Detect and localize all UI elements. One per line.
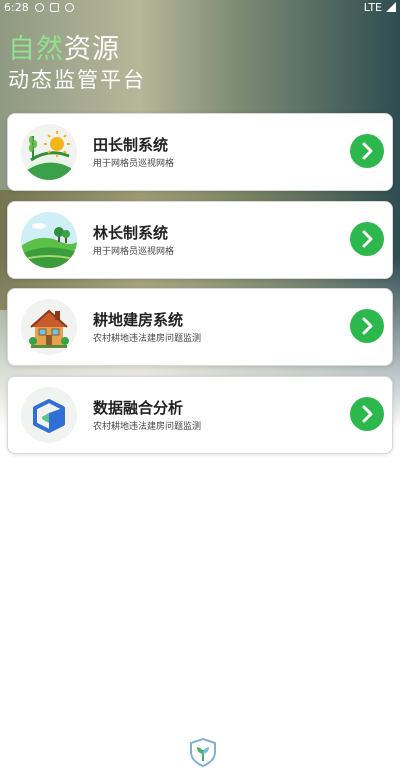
enter-button[interactable] bbox=[350, 134, 384, 168]
card-title: 数据融合分析 bbox=[93, 399, 184, 417]
status-bar: 6:28 LTE bbox=[0, 0, 400, 14]
enter-button[interactable] bbox=[350, 397, 384, 431]
card-subtitle: 农村耕地违法建房问题监测 bbox=[93, 422, 202, 432]
app-title: 自然资源 动态监管平台 bbox=[8, 34, 146, 94]
farmland-sun-icon bbox=[21, 124, 77, 180]
chevron-right-icon bbox=[362, 317, 373, 335]
chevron-right-icon bbox=[362, 405, 373, 423]
card-title: 林长制系统 bbox=[93, 224, 169, 242]
sd-card-icon bbox=[49, 2, 59, 12]
card-subtitle: 用于网格员巡视网格 bbox=[93, 159, 175, 169]
title-highlight: 自然 bbox=[8, 34, 64, 65]
card-subtitle: 用于网格员巡视网格 bbox=[93, 247, 175, 257]
card-forest-chief-system[interactable]: 林长制系统 用于网格员巡视网格 bbox=[7, 201, 393, 279]
data-cube-icon bbox=[21, 387, 77, 443]
network-type: LTE bbox=[363, 0, 382, 14]
card-title: 耕地建房系统 bbox=[93, 311, 184, 329]
title-rest: 资源 bbox=[64, 34, 120, 65]
chevron-right-icon bbox=[362, 142, 373, 160]
card-field-chief-system[interactable]: 田长制系统 用于网格员巡视网格 bbox=[7, 113, 393, 191]
card-farmland-building-system[interactable]: 耕地建房系统 农村耕地违法建房问题监测 bbox=[7, 288, 393, 366]
status-time: 6:28 bbox=[4, 0, 29, 14]
app-subtitle: 动态监管平台 bbox=[8, 68, 146, 92]
card-subtitle: 农村耕地违法建房问题监测 bbox=[93, 334, 202, 344]
sync-icon bbox=[64, 2, 74, 12]
card-title: 田长制系统 bbox=[93, 136, 169, 154]
signal-icon bbox=[386, 2, 396, 12]
location-icon bbox=[34, 2, 44, 12]
enter-button[interactable] bbox=[350, 309, 384, 343]
app-shield-logo-icon bbox=[190, 737, 216, 767]
chevron-right-icon bbox=[362, 230, 373, 248]
card-data-fusion-analysis[interactable]: 数据融合分析 农村耕地违法建房问题监测 bbox=[7, 376, 393, 454]
house-icon bbox=[21, 299, 77, 355]
forest-hills-icon bbox=[21, 212, 77, 268]
enter-button[interactable] bbox=[350, 222, 384, 256]
